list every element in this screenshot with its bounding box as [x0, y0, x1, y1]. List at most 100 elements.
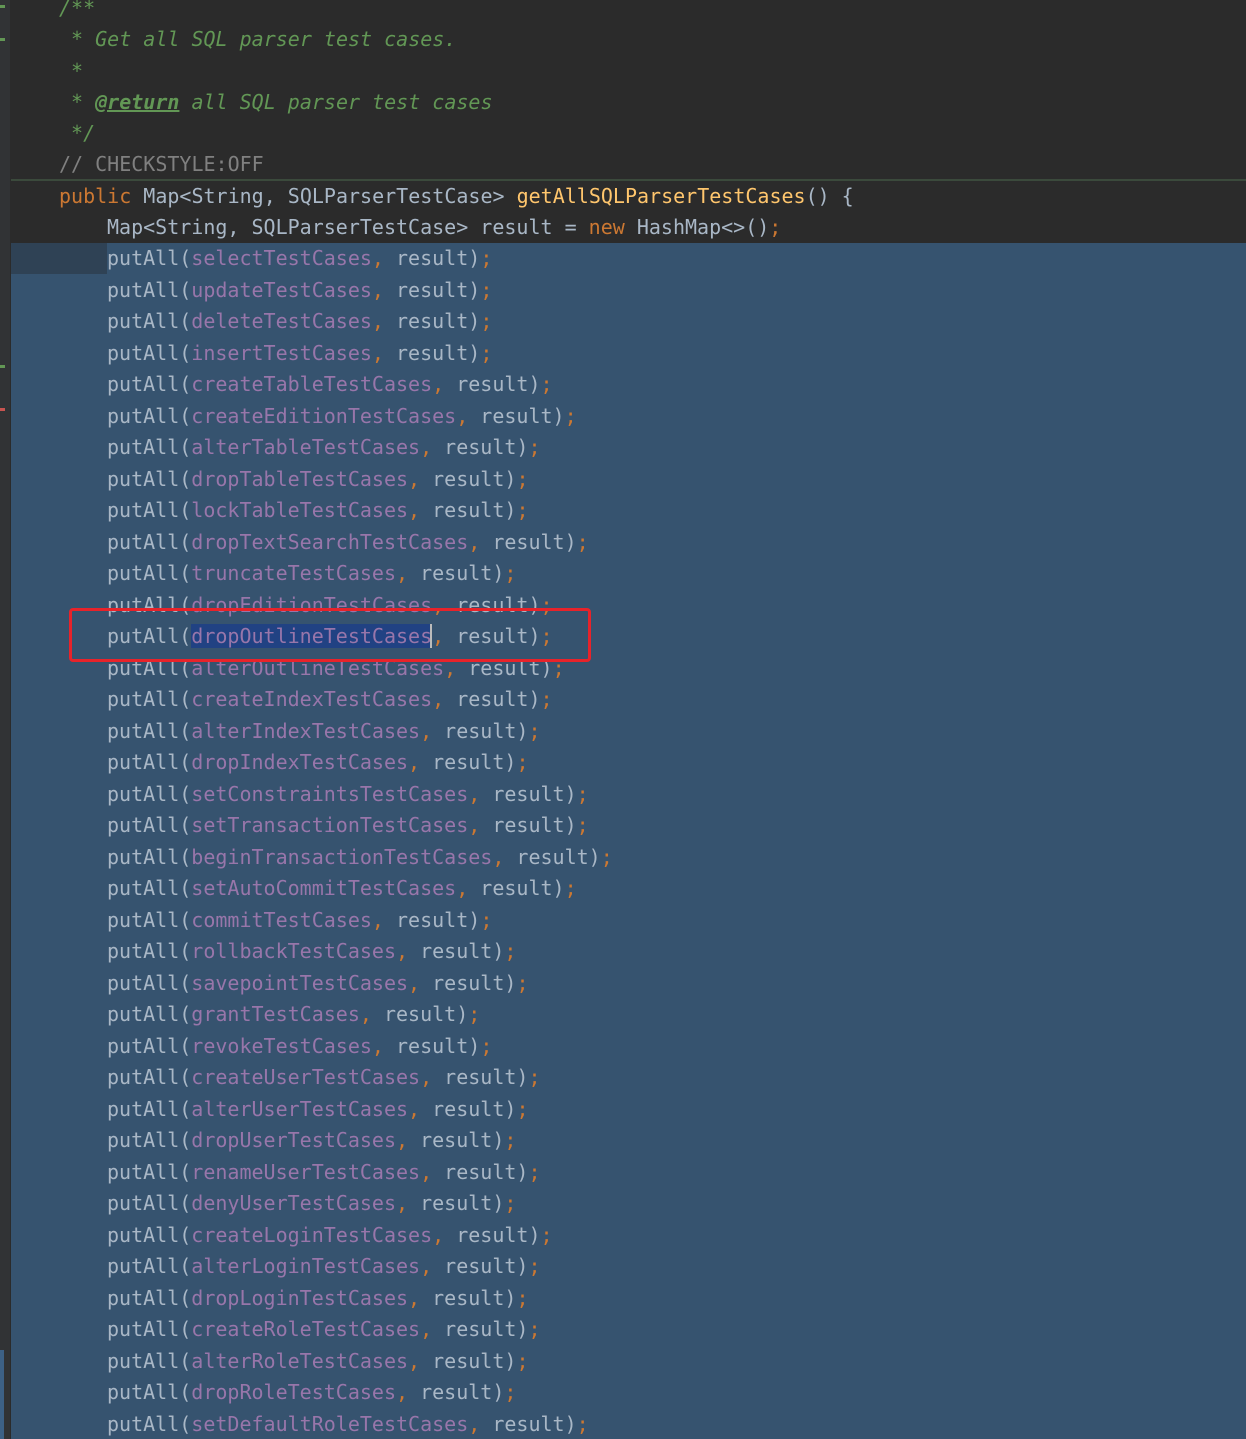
result-argument[interactable]: result: [480, 404, 552, 428]
field-reference[interactable]: beginTransactionTestCases: [191, 845, 492, 869]
putall-call[interactable]: putAll: [107, 278, 179, 302]
field-reference[interactable]: dropLoginTestCases: [191, 1286, 408, 1310]
result-argument[interactable]: result: [420, 1191, 492, 1215]
result-argument[interactable]: result: [420, 939, 492, 963]
field-reference[interactable]: denyUserTestCases: [191, 1191, 396, 1215]
putall-call[interactable]: putAll: [107, 530, 179, 554]
field-reference[interactable]: rollbackTestCases: [191, 939, 396, 963]
result-argument[interactable]: result: [480, 876, 552, 900]
field-reference[interactable]: renameUserTestCases: [191, 1160, 420, 1184]
putall-call[interactable]: putAll: [107, 1160, 179, 1184]
result-argument[interactable]: result: [432, 971, 504, 995]
result-argument[interactable]: result: [444, 719, 516, 743]
putall-call[interactable]: putAll: [107, 467, 179, 491]
field-reference[interactable]: dropIndexTestCases: [191, 750, 408, 774]
field-reference[interactable]: createRoleTestCases: [191, 1317, 420, 1341]
putall-call[interactable]: putAll: [107, 1412, 179, 1436]
field-reference[interactable]: createUserTestCases: [191, 1065, 420, 1089]
result-argument[interactable]: result: [444, 1160, 516, 1184]
putall-call[interactable]: putAll: [107, 813, 179, 837]
putall-call[interactable]: putAll: [107, 876, 179, 900]
result-argument[interactable]: result: [420, 1380, 492, 1404]
field-reference[interactable]: selectTestCases: [191, 246, 372, 270]
result-argument[interactable]: result: [432, 750, 504, 774]
field-reference[interactable]: dropTextSearchTestCases: [191, 530, 468, 554]
putall-call[interactable]: putAll: [107, 1128, 179, 1152]
method-name[interactable]: getAllSQLParserTestCases: [517, 184, 806, 208]
field-reference[interactable]: insertTestCases: [191, 341, 372, 365]
field-reference[interactable]: createIndexTestCases: [191, 687, 432, 711]
putall-call[interactable]: putAll: [107, 372, 179, 396]
result-argument[interactable]: result: [444, 1317, 516, 1341]
field-reference[interactable]: setTransactionTestCases: [191, 813, 468, 837]
putall-call[interactable]: putAll: [107, 908, 179, 932]
result-argument[interactable]: result: [432, 498, 504, 522]
result-argument[interactable]: result: [396, 341, 468, 365]
putall-call[interactable]: putAll: [107, 498, 179, 522]
return-type[interactable]: Map<String, SQLParserTestCase>: [143, 184, 504, 208]
result-argument[interactable]: result: [456, 687, 528, 711]
decl-constructor[interactable]: HashMap<>(): [637, 215, 769, 239]
putall-call[interactable]: putAll: [107, 1286, 179, 1310]
field-reference[interactable]: setConstraintsTestCases: [191, 782, 468, 806]
field-reference[interactable]: truncateTestCases: [191, 561, 396, 585]
putall-call[interactable]: putAll: [107, 750, 179, 774]
field-reference[interactable]: lockTableTestCases: [191, 498, 408, 522]
result-argument[interactable]: result: [492, 782, 564, 806]
putall-call[interactable]: putAll: [107, 1254, 179, 1278]
result-argument[interactable]: result: [396, 246, 468, 270]
result-argument[interactable]: result: [420, 561, 492, 585]
putall-call[interactable]: putAll: [107, 939, 179, 963]
field-reference[interactable]: grantTestCases: [191, 1002, 360, 1026]
field-reference[interactable]: setAutoCommitTestCases: [191, 876, 456, 900]
putall-call[interactable]: putAll: [107, 435, 179, 459]
putall-call[interactable]: putAll: [107, 341, 179, 365]
result-argument[interactable]: result: [432, 1349, 504, 1373]
field-reference[interactable]: createLoginTestCases: [191, 1223, 432, 1247]
putall-call[interactable]: putAll: [107, 1065, 179, 1089]
putall-call[interactable]: putAll: [107, 404, 179, 428]
result-argument[interactable]: result: [432, 1286, 504, 1310]
putall-call[interactable]: putAll: [107, 1191, 179, 1215]
putall-call[interactable]: putAll: [107, 1002, 179, 1026]
putall-call[interactable]: putAll: [107, 719, 179, 743]
putall-call[interactable]: putAll: [107, 1034, 179, 1058]
field-reference[interactable]: savepointTestCases: [191, 971, 408, 995]
result-argument[interactable]: result: [492, 1412, 564, 1436]
result-argument[interactable]: result: [432, 1097, 504, 1121]
result-argument[interactable]: result: [456, 372, 528, 396]
result-argument[interactable]: result: [492, 813, 564, 837]
result-argument[interactable]: result: [492, 530, 564, 554]
result-argument[interactable]: result: [444, 1254, 516, 1278]
field-reference[interactable]: dropRoleTestCases: [191, 1380, 396, 1404]
result-argument[interactable]: result: [516, 845, 588, 869]
decl-variable[interactable]: result: [480, 215, 552, 239]
field-reference[interactable]: setDefaultRoleTestCases: [191, 1412, 468, 1436]
decl-type[interactable]: Map<String, SQLParserTestCase>: [107, 215, 468, 239]
putall-call[interactable]: putAll: [107, 845, 179, 869]
result-argument[interactable]: result: [396, 908, 468, 932]
result-argument[interactable]: result: [396, 1034, 468, 1058]
field-reference[interactable]: commitTestCases: [191, 908, 372, 932]
field-reference[interactable]: createEditionTestCases: [191, 404, 456, 428]
javadoc-return-tag[interactable]: @return: [95, 90, 179, 114]
putall-call[interactable]: putAll: [107, 309, 179, 333]
field-reference[interactable]: alterRoleTestCases: [191, 1349, 408, 1373]
field-reference[interactable]: alterIndexTestCases: [191, 719, 420, 743]
field-reference[interactable]: alterTableTestCases: [191, 435, 420, 459]
putall-call[interactable]: putAll: [107, 971, 179, 995]
field-reference[interactable]: createTableTestCases: [191, 372, 432, 396]
field-reference[interactable]: dropUserTestCases: [191, 1128, 396, 1152]
field-reference[interactable]: deleteTestCases: [191, 309, 372, 333]
result-argument[interactable]: result: [444, 1065, 516, 1089]
putall-call[interactable]: putAll: [107, 1223, 179, 1247]
field-reference[interactable]: updateTestCases: [191, 278, 372, 302]
result-argument[interactable]: result: [396, 309, 468, 333]
field-reference[interactable]: revokeTestCases: [191, 1034, 372, 1058]
result-argument[interactable]: result: [456, 1223, 528, 1247]
putall-call[interactable]: putAll: [107, 1097, 179, 1121]
putall-call[interactable]: putAll: [107, 1349, 179, 1373]
result-argument[interactable]: result: [432, 467, 504, 491]
putall-call[interactable]: putAll: [107, 782, 179, 806]
editor-gutter[interactable]: [0, 0, 10, 1439]
